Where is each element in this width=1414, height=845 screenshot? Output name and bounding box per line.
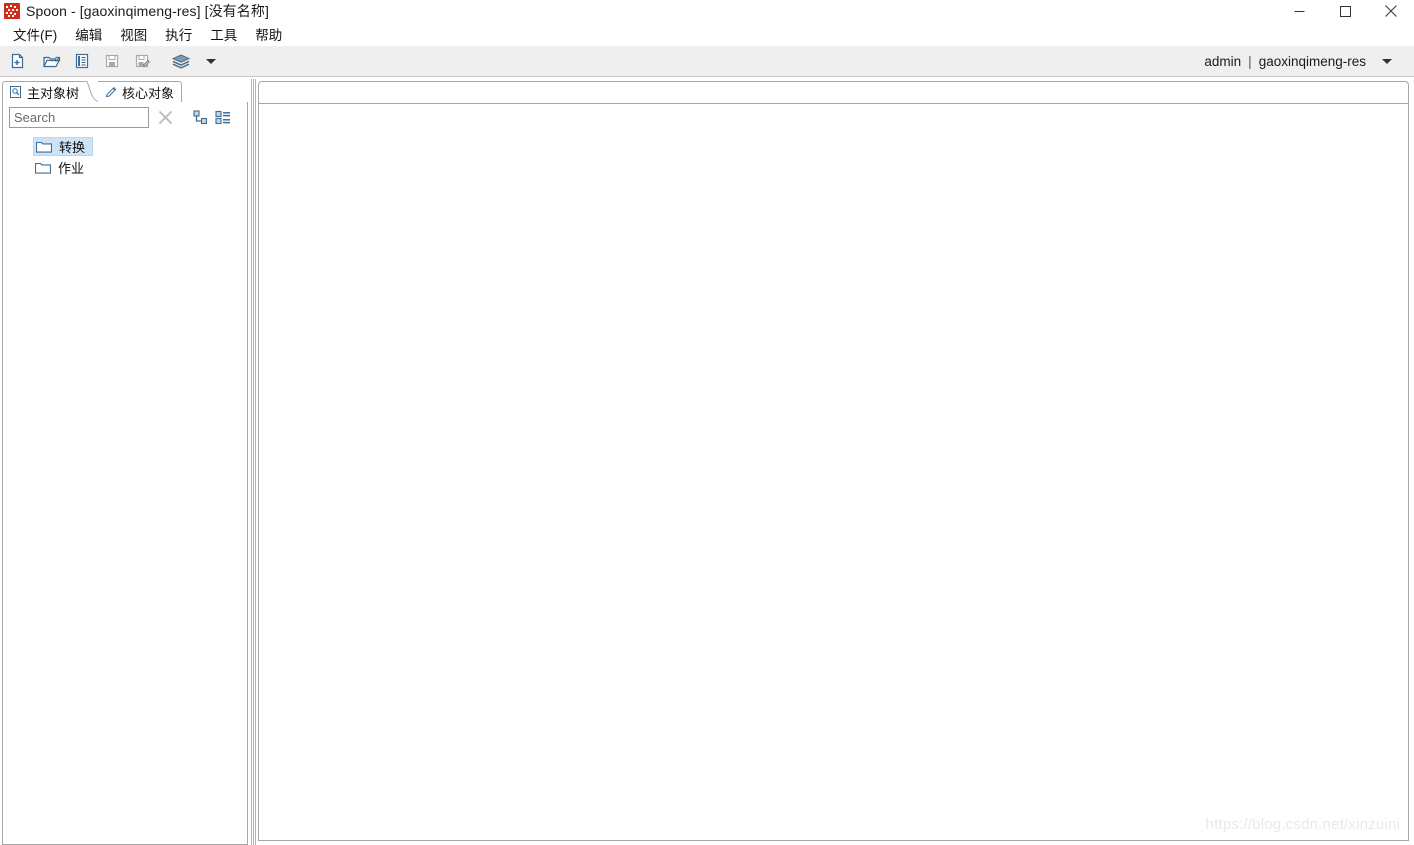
tree-item-transformations[interactable]: 转换 [3, 136, 247, 157]
transformation-canvas[interactable] [259, 104, 1408, 840]
tree-view-buttons [193, 110, 231, 125]
folder-icon [36, 140, 52, 154]
tab-object-tree[interactable]: 主对象树 [2, 80, 100, 102]
tab-core-objects[interactable]: 核心对象 [98, 81, 183, 102]
menu-item-tools[interactable]: 工具 [201, 22, 246, 47]
menu-item-edit[interactable]: 编辑 [66, 22, 111, 47]
menu-item-view[interactable]: 视图 [111, 22, 156, 47]
window-title: Spoon - [gaoxinqimeng-res] [没有名称] [26, 3, 269, 19]
left-panel-body: 转换 作业 [2, 102, 248, 845]
new-file-icon[interactable] [4, 48, 30, 74]
user-menu-chevron-down-icon[interactable] [1382, 58, 1392, 64]
tree-item-transformations-label: 转换 [59, 140, 86, 155]
main-area [258, 79, 1412, 845]
expand-tree-icon[interactable] [193, 110, 208, 125]
tab-core-objects-label: 核心对象 [122, 85, 175, 101]
menu-bar: 文件(F) 编辑 视图 执行 工具 帮助 [0, 22, 1414, 46]
left-tab-folder: 主对象树 核心对象 Search 转换 作业 [2, 80, 248, 845]
save-icon[interactable] [99, 48, 125, 74]
left-tab-strip: 主对象树 核心对象 [2, 80, 248, 102]
layers-icon[interactable] [168, 48, 194, 74]
close-icon[interactable] [1368, 0, 1414, 22]
collapse-tree-icon[interactable] [215, 110, 231, 125]
menu-item-run[interactable]: 执行 [156, 22, 201, 47]
object-tree: 转换 作业 [3, 133, 247, 178]
toolbar: admin | gaoxinqimeng-res [0, 46, 1414, 77]
toolbar-user-area: admin | gaoxinqimeng-res [1204, 54, 1414, 69]
user-repo-separator: | [1248, 53, 1252, 69]
repository-label: gaoxinqimeng-res [1258, 53, 1366, 69]
clear-x-icon[interactable] [153, 106, 177, 130]
minimize-icon[interactable] [1276, 0, 1322, 22]
main-tab-strip[interactable] [259, 82, 1408, 104]
folder-icon [35, 161, 51, 175]
open-file-icon[interactable] [39, 48, 65, 74]
pencil-icon [103, 85, 118, 100]
watermark-text: https://blog.csdn.net/xinzuini [1205, 816, 1400, 833]
panel-divider-sash[interactable] [250, 79, 258, 845]
menu-item-file[interactable]: 文件(F) [4, 22, 66, 47]
tree-item-jobs-label: 作业 [58, 161, 85, 176]
toolbar-dropdown-caret-icon[interactable] [198, 48, 224, 74]
left-panel: 主对象树 核心对象 Search 转换 作业 [0, 79, 250, 845]
spoon-logo-icon [4, 3, 20, 19]
search-input[interactable] [9, 107, 149, 128]
search-row [3, 102, 247, 133]
maximize-icon[interactable] [1322, 0, 1368, 22]
tab-object-tree-label: 主对象树 [27, 85, 80, 101]
main-tab-folder [258, 81, 1409, 841]
save-as-icon[interactable] [129, 48, 155, 74]
current-user-label: admin [1204, 53, 1242, 69]
tree-item-jobs[interactable]: 作业 [3, 157, 247, 178]
window-controls [1276, 0, 1414, 22]
browse-repository-icon[interactable] [69, 48, 95, 74]
title-bar: Spoon - [gaoxinqimeng-res] [没有名称] [0, 0, 1414, 22]
object-tree-icon [8, 85, 23, 100]
menu-item-help[interactable]: 帮助 [246, 22, 291, 47]
